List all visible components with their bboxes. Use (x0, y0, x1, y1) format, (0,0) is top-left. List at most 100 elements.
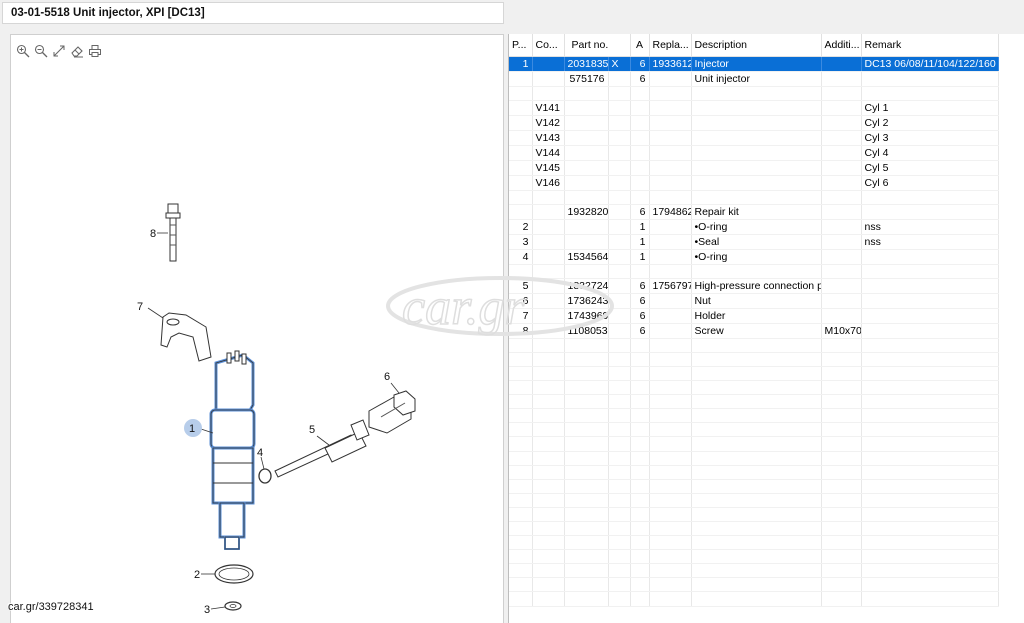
table-row[interactable] (509, 563, 999, 579)
cell-position (509, 338, 533, 353)
cell-amount (630, 115, 650, 131)
column-header-additional[interactable]: Additi... (821, 34, 862, 57)
cell-position (509, 366, 533, 382)
table-row[interactable] (509, 394, 999, 410)
cell-description (691, 422, 822, 438)
cell-position (509, 100, 533, 116)
table-row[interactable]: 575176 6 Unit injector (509, 71, 999, 87)
column-header-part-no[interactable]: Part no. (564, 34, 631, 57)
expand-icon[interactable] (51, 43, 66, 58)
column-header-position[interactable]: P... (509, 34, 533, 57)
table-row[interactable] (509, 451, 999, 466)
table-row[interactable]: V144 Cyl 4 (509, 145, 999, 161)
callout-6[interactable]: 6 (384, 371, 390, 383)
cell-position (509, 352, 533, 367)
column-header-description[interactable]: Description (691, 34, 822, 57)
table-row[interactable]: 4 1534564 1 •O-ring (509, 249, 999, 265)
table-row[interactable] (509, 577, 999, 593)
part-screw[interactable] (165, 203, 181, 262)
table-row[interactable]: V146 Cyl 6 (509, 175, 999, 191)
table-row[interactable] (509, 479, 999, 494)
part-seal[interactable] (258, 468, 272, 484)
table-row[interactable] (509, 507, 999, 523)
table-row[interactable]: 1932820 6 1794862 Repair kit (509, 204, 999, 220)
table-row[interactable] (509, 422, 999, 438)
table-row[interactable]: 7 1743969 6 Holder (509, 308, 999, 324)
table-row[interactable] (509, 86, 999, 101)
print-icon[interactable] (87, 43, 102, 58)
cell-description (691, 190, 822, 205)
cell-additional (821, 549, 862, 565)
table-row[interactable] (509, 436, 999, 452)
cell-position (509, 563, 533, 579)
cell-description: Repair kit (691, 204, 822, 220)
cell-part-no (564, 219, 609, 235)
table-row[interactable]: 8 1108053 6 Screw M10x70 (509, 323, 999, 339)
table-row[interactable] (509, 338, 999, 353)
cell-remark (861, 549, 999, 565)
zoom-out-icon[interactable] (33, 43, 48, 58)
part-nut[interactable] (368, 390, 416, 434)
table-row[interactable] (509, 521, 999, 537)
table-row[interactable]: 5 1832724 6 1756797 High-pressure connection… (509, 278, 999, 294)
cell-additional: M10x70 (821, 323, 862, 339)
cell-code (532, 190, 565, 205)
part-washer[interactable] (224, 601, 242, 611)
cell-code (532, 338, 565, 353)
callout-8[interactable]: 8 (150, 228, 156, 240)
cell-remark (861, 293, 999, 309)
table-row[interactable] (509, 366, 999, 382)
table-row[interactable] (509, 465, 999, 480)
table-row[interactable]: 3 1 •Seal nss (509, 234, 999, 250)
table-row[interactable] (509, 352, 999, 367)
cell-replaced-by (649, 591, 692, 607)
table-row[interactable]: 6 1736243 6 Nut (509, 293, 999, 309)
cell-additional (821, 451, 862, 466)
callout-5[interactable]: 5 (309, 424, 315, 436)
column-header-code[interactable]: Co... (532, 34, 565, 57)
table-row[interactable] (509, 408, 999, 424)
zoom-in-icon[interactable] (15, 43, 30, 58)
eraser-icon[interactable] (69, 43, 84, 58)
part-holder[interactable] (160, 312, 212, 362)
table-row[interactable] (509, 380, 999, 396)
callout-7[interactable]: 7 (137, 301, 143, 313)
table-row[interactable] (509, 535, 999, 551)
cell-remark (861, 366, 999, 382)
cell-additional (821, 352, 862, 367)
table-row[interactable]: 1 2031835 X 6 1933612 Injector DC13 06/08/11/1… (509, 56, 999, 72)
part-connection-pipe[interactable] (274, 419, 370, 478)
table-row[interactable] (509, 493, 999, 508)
cell-remark (861, 408, 999, 424)
table-row[interactable] (509, 549, 999, 565)
cell-position: 2 (509, 219, 533, 235)
cell-replaced-by (649, 145, 692, 161)
table-row[interactable]: 2 1 •O-ring nss (509, 219, 999, 235)
column-header-remark[interactable]: Remark (861, 34, 999, 57)
cell-replaced-by (649, 549, 692, 565)
cell-code (532, 308, 565, 324)
part-injector[interactable] (209, 350, 256, 550)
cell-remark (861, 190, 999, 205)
column-header-replaced-by[interactable]: Repla... (649, 34, 692, 57)
table-row[interactable]: V142 Cyl 2 (509, 115, 999, 131)
table-row[interactable] (509, 591, 999, 607)
cell-x-flag (608, 507, 631, 523)
cell-remark (861, 352, 999, 367)
table-row[interactable]: V141 Cyl 1 (509, 100, 999, 116)
cell-code (532, 507, 565, 523)
table-row[interactable] (509, 190, 999, 205)
cell-code: V142 (532, 115, 565, 131)
callout-3[interactable]: 3 (204, 604, 210, 616)
callout-2[interactable]: 2 (194, 569, 200, 581)
cell-position (509, 408, 533, 424)
table-row[interactable] (509, 264, 999, 279)
column-header-amount[interactable]: A (630, 34, 650, 57)
cell-amount: 6 (630, 308, 650, 324)
callout-4[interactable]: 4 (257, 447, 263, 459)
table-row[interactable]: V145 Cyl 5 (509, 160, 999, 176)
cell-description: •O-ring (691, 219, 822, 235)
table-row[interactable]: V143 Cyl 3 (509, 130, 999, 146)
callout-1[interactable]: 1 (189, 423, 195, 435)
cell-code (532, 394, 565, 410)
